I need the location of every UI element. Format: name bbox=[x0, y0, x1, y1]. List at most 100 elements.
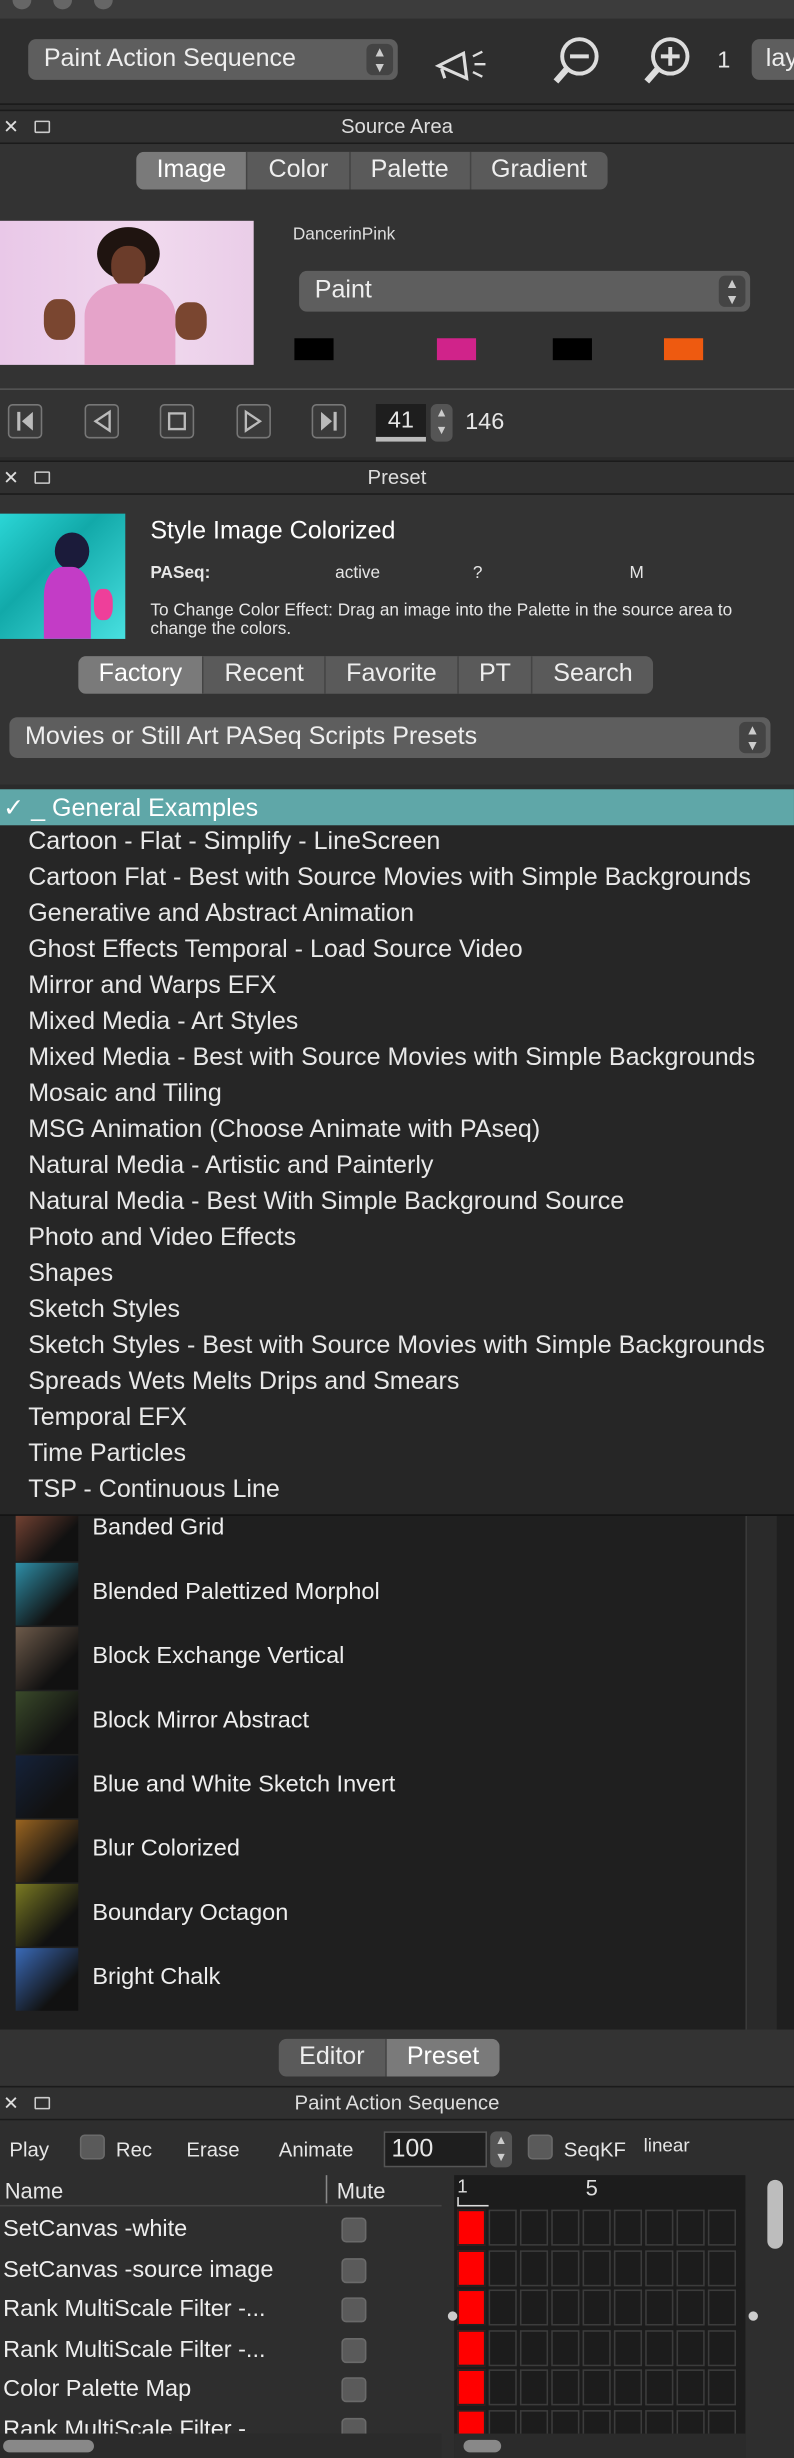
zoom-out-icon[interactable] bbox=[551, 34, 601, 87]
dropdown-item[interactable]: Mosaic and Tiling bbox=[28, 1081, 222, 1109]
keyframe-cell[interactable] bbox=[551, 2209, 580, 2246]
sequence-step[interactable]: Color Palette Map bbox=[3, 2376, 191, 2403]
keyframe-cell[interactable] bbox=[613, 2209, 643, 2246]
keyframe-cell[interactable] bbox=[707, 2249, 737, 2286]
keyframe-cell[interactable] bbox=[676, 2209, 705, 2246]
tab-factory[interactable]: Factory bbox=[78, 656, 205, 694]
seqkf-checkbox[interactable] bbox=[527, 2134, 553, 2160]
keyframe-cell[interactable] bbox=[645, 2209, 674, 2246]
keyframe-cell[interactable] bbox=[551, 2329, 580, 2366]
detach-icon[interactable] bbox=[34, 471, 51, 484]
keyframe-cell[interactable] bbox=[676, 2369, 705, 2406]
mute-checkbox[interactable] bbox=[341, 2377, 367, 2403]
keyframe-cell[interactable] bbox=[582, 2369, 611, 2406]
animate-button[interactable]: Animate bbox=[279, 2138, 354, 2161]
keyframe-cell[interactable] bbox=[613, 2249, 643, 2286]
keyframe-cell[interactable] bbox=[582, 2329, 611, 2366]
preset-list-scrollbar[interactable] bbox=[745, 1515, 777, 2030]
tab-palette[interactable]: Palette bbox=[350, 151, 471, 190]
dropdown-item[interactable]: TSP - Continuous Line bbox=[28, 1477, 280, 1505]
color-swatch-4[interactable] bbox=[663, 338, 704, 361]
keyframe-cell[interactable] bbox=[707, 2369, 737, 2406]
rec-checkbox[interactable] bbox=[79, 2134, 105, 2160]
keyframe-cell[interactable] bbox=[551, 2249, 580, 2286]
frame-stepper[interactable]: ▲ ▼ bbox=[430, 404, 453, 442]
layer-select[interactable]: lay bbox=[751, 39, 794, 80]
source-mode-select[interactable]: Paint ▲ ▼ bbox=[299, 270, 751, 312]
close-icon[interactable]: ✕ bbox=[3, 111, 19, 142]
keyframe-cell[interactable] bbox=[582, 2209, 611, 2246]
keyframe-cell[interactable] bbox=[488, 2329, 517, 2366]
keyframe-cell-on[interactable] bbox=[457, 2329, 486, 2366]
keyframe-cell-on[interactable] bbox=[457, 2369, 486, 2406]
preset-list-item[interactable]: Blur Colorized bbox=[15, 1819, 747, 1883]
mute-checkbox[interactable] bbox=[341, 2337, 367, 2363]
sequence-step[interactable]: SetCanvas -white bbox=[3, 2216, 187, 2243]
keyframe-cell[interactable] bbox=[613, 2289, 643, 2326]
keyframe-cell[interactable] bbox=[676, 2289, 705, 2326]
dropdown-item[interactable]: Shapes bbox=[28, 1261, 113, 1289]
dropdown-item[interactable]: Mirror and Warps EFX bbox=[28, 972, 276, 1000]
source-image[interactable] bbox=[0, 220, 254, 365]
tab-gradient[interactable]: Gradient bbox=[471, 152, 608, 190]
sequence-step[interactable]: Rank MultiScale Filter -... bbox=[3, 2336, 265, 2363]
keyframe-cell[interactable] bbox=[488, 2209, 517, 2246]
dropdown-item[interactable]: Photo and Video Effects bbox=[28, 1225, 296, 1253]
keyframe-cell[interactable] bbox=[488, 2249, 517, 2286]
mute-checkbox[interactable] bbox=[341, 2297, 367, 2323]
keyframe-cell[interactable] bbox=[707, 2209, 737, 2246]
tab-pt[interactable]: PT bbox=[459, 656, 533, 694]
detach-icon[interactable] bbox=[34, 120, 51, 134]
sequence-select[interactable]: Paint Action Sequence ▲ ▼ bbox=[28, 39, 398, 80]
dropdown-item[interactable]: Ghost Effects Temporal - Load Source Vid… bbox=[28, 936, 522, 964]
sequence-step[interactable]: Rank MultiScale Filter -... bbox=[3, 2296, 265, 2323]
preset-list-item[interactable]: Blended Palettized Morphol bbox=[15, 1562, 747, 1626]
keyframe-cell[interactable] bbox=[707, 2289, 737, 2326]
keyframe-cell-on[interactable] bbox=[457, 2209, 486, 2246]
keyframe-cell[interactable] bbox=[551, 2369, 580, 2406]
keyframe-cell[interactable] bbox=[519, 2329, 549, 2366]
close-icon[interactable]: ✕ bbox=[3, 2087, 19, 2118]
preset-category-select[interactable]: Movies or Still Art PASeq Scripts Preset… bbox=[9, 717, 771, 758]
tab-favorite[interactable]: Favorite bbox=[326, 656, 459, 694]
keyframe-cell-on[interactable] bbox=[457, 2289, 486, 2326]
tab-recent[interactable]: Recent bbox=[204, 656, 326, 694]
first-frame-button[interactable] bbox=[7, 404, 43, 439]
keyframe-cell[interactable] bbox=[551, 2289, 580, 2326]
preset-list-item[interactable]: Block Mirror Abstract bbox=[15, 1691, 747, 1754]
dropdown-item[interactable]: Temporal EFX bbox=[28, 1405, 187, 1433]
detach-icon[interactable] bbox=[34, 2096, 51, 2110]
dropdown-item[interactable]: Mixed Media - Art Styles bbox=[28, 1009, 298, 1037]
close-icon[interactable]: ✕ bbox=[3, 462, 19, 493]
keyframe-cell[interactable] bbox=[645, 2329, 674, 2366]
prev-frame-button[interactable] bbox=[84, 404, 120, 439]
dropdown-item[interactable]: Spreads Wets Melts Drips and Smears bbox=[28, 1369, 459, 1397]
tab-image[interactable]: Image bbox=[136, 151, 249, 190]
keyframe-cell[interactable] bbox=[488, 2369, 517, 2406]
play-button[interactable]: Play bbox=[9, 2138, 49, 2161]
keyframe-cell[interactable] bbox=[582, 2249, 611, 2286]
animate-stepper[interactable]: ▲ ▼ bbox=[490, 2131, 513, 2168]
dropdown-item[interactable]: Natural Media - Best With Simple Backgro… bbox=[28, 1189, 624, 1217]
keyframe-cell[interactable] bbox=[519, 2209, 549, 2246]
preset-list-item[interactable]: Block Exchange Vertical bbox=[15, 1627, 747, 1690]
preset-list-item[interactable]: Bright Chalk bbox=[15, 1948, 747, 2011]
keyframe-cell[interactable] bbox=[707, 2329, 737, 2366]
stop-button[interactable] bbox=[159, 404, 195, 439]
keyframe-cell[interactable] bbox=[488, 2289, 517, 2326]
megaphone-icon[interactable] bbox=[432, 41, 495, 85]
frame-input[interactable]: 41 bbox=[375, 404, 426, 442]
next-frame-button[interactable] bbox=[236, 404, 271, 439]
color-swatch-3[interactable] bbox=[552, 338, 592, 361]
pas-vscroll-thumb[interactable] bbox=[767, 2179, 783, 2249]
zoom-in-icon[interactable] bbox=[642, 34, 692, 87]
dropdown-item[interactable]: MSG Animation (Choose Animate with PAseq… bbox=[28, 1117, 540, 1145]
pas-hscroll[interactable] bbox=[0, 2433, 442, 2458]
dropdown-item[interactable]: Mixed Media - Best with Source Movies wi… bbox=[28, 1045, 755, 1073]
tab-preset[interactable]: Preset bbox=[386, 2038, 500, 2077]
tab-editor[interactable]: Editor bbox=[279, 2038, 387, 2077]
dropdown-item[interactable]: Natural Media - Artistic and Painterly bbox=[28, 1153, 433, 1181]
mute-checkbox[interactable] bbox=[341, 2257, 367, 2283]
dropdown-item[interactable]: Sketch Styles - Best with Source Movies … bbox=[28, 1333, 765, 1361]
color-swatch-1[interactable] bbox=[294, 338, 334, 361]
